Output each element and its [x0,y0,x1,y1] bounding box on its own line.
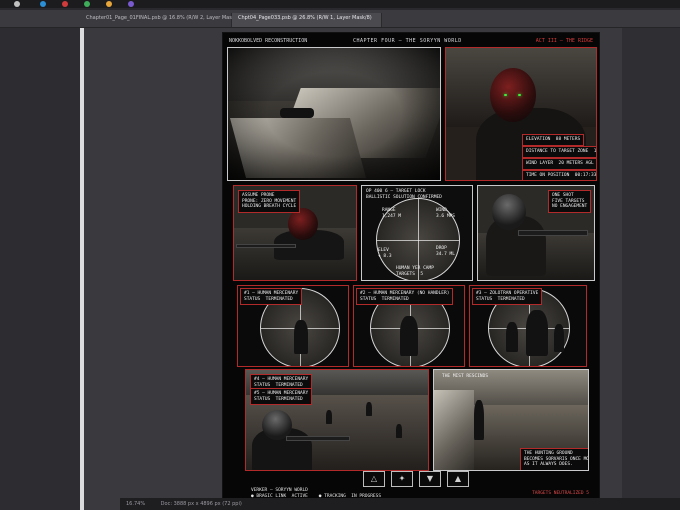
document-tab-bar: Chapter01_Page_01FINAL.psb @ 16.8% (R/W … [0,10,680,28]
caption-hunting-ground: THE HUNTING GROUND BECOMES SORVARIS ONCE… [520,448,588,470]
panel-target-1: #1 — HUMAN MERCENARY STATUS TERMINATED [237,285,349,367]
faction-emblem-icon: ▼ [419,471,441,487]
readout-elev: ELEV + 8.3 [378,248,392,259]
toolbar-icon[interactable] [62,1,68,7]
readout-drop: DROP 34.7 ML [436,246,455,257]
toolbar-icon[interactable] [106,1,112,7]
app-window: Chapter01_Page_01FINAL.psb @ 16.8% (R/W … [0,0,680,510]
doc-info: Doc: 3888 px x 4896 px (72 ppi) [160,501,242,507]
tools-panel [0,28,80,510]
panel-mist-rescinds: THE MIST RESCINDS THE HUNTING GROUND BEC… [433,369,589,471]
camp-figure [326,410,332,424]
panel-target-3: #3 — ZOLOTRAN OPERATIVE STATUS TERMINATE… [469,285,587,367]
vignette [228,48,440,180]
toolbar-icon[interactable] [84,1,90,7]
readout-targets: HUMAN YER CAMP TARGETS 5 [396,266,434,277]
caption-time: TIME ON POSITION 00:17:33 [522,170,596,180]
header-center: CHAPTER FOUR — THE SORYYN WORLD [353,38,462,44]
header-right: ACT III — THE RIDGE [535,38,593,44]
helmet [492,194,526,230]
faction-emblem-icon: ▲ [447,471,469,487]
caption-target-2: #2 — HUMAN MERCENARY (NO HANDLER) STATUS… [356,288,454,306]
caption-one-shot: ONE SHOT FIVE TARGETS NO ENGAGEMENT [548,190,592,213]
panel-helmet-closeup: ELEVATION 88 METERS DISTANCE TO TARGET Z… [445,47,597,181]
toolbar-icon[interactable] [14,1,20,7]
caption-wind: WIND LAYER 20 METERS AGL [522,158,596,170]
caption-target-3: #3 — ZOLOTRAN OPERATIVE STATUS TERMINATE… [472,288,543,306]
caption-target-5: #5 — HUMAN MERCENARY STATUS TERMINATED [250,388,313,406]
target-figure [526,310,548,356]
page-header: NOKKOBOLVED RECONSTRUCTION CHAPTER FOUR … [223,33,601,47]
zoom-level[interactable]: 16.74% [126,501,145,507]
right-panel [622,28,680,510]
rifle [518,230,588,236]
caption-assume-prone: ASSUME PRONE PRONE: ZERO MOVEMENT HOLDIN… [238,190,301,213]
tab-chapter01[interactable]: Chapter01_Page_01FINAL.psb @ 16.8% (R/W … [80,13,242,27]
readout-range: RANGE 1,247 M [382,208,401,219]
rifle [236,244,296,248]
rifle [286,436,350,441]
target-figure [400,316,418,356]
target-figure [554,324,564,352]
tab-chpt04[interactable]: Chpt04_Page033.psb @ 26.8% (R/W 1, Layer… [232,13,382,27]
status-bar: 16.74% Doc: 3888 px x 4896 px (72 ppi) [120,498,680,510]
eye-glow-icon [518,94,521,96]
faction-emblem-icon: △ [363,471,385,487]
target-figure [506,322,518,352]
camp-figure [396,424,402,438]
toolbar-icon[interactable] [128,1,134,7]
faction-emblem-icon: ✦ [391,471,413,487]
lone-soldier [474,400,484,440]
panel-ridge-landscape [227,47,441,181]
target-figure [294,320,308,354]
footer-targets: TARGETS NEUTRALIZED 5 [532,491,589,496]
caption-target-1: #1 — HUMAN MERCENARY STATUS TERMINATED [240,288,303,306]
panel-camp-overview: #4 — HUMAN MERCENARY STATUS TERMINATED #… [245,369,429,471]
caption-target-lock: OP 400 6 — TARGET LOCK BALLISTIC SOLUTIO… [366,189,442,200]
panel-target-2: #2 — HUMAN MERCENARY (NO HANDLER) STATUS… [353,285,465,367]
caption-mist-rescinds: THE MIST RESCINDS [442,374,489,379]
toolbar-icon[interactable] [40,1,46,7]
header-left: NOKKOBOLVED RECONSTRUCTION [229,38,308,44]
eye-glow-icon [504,94,507,96]
comic-page[interactable]: NOKKOBOLVED RECONSTRUCTION CHAPTER FOUR … [222,32,600,500]
cliff [434,390,474,470]
red-helmet [490,68,536,122]
panel-scope-lock: OP 400 6 — TARGET LOCK BALLISTIC SOLUTIO… [361,185,473,281]
caption-elevation: ELEVATION 88 METERS [522,134,585,146]
caption-distance: DISTANCE TO TARGET ZONE 1,247 METERS [522,146,596,158]
panel-prone-sniper: ASSUME PRONE PRONE: ZERO MOVEMENT HOLDIN… [233,185,357,281]
camp-figure [366,402,372,416]
bezel-top [0,0,680,8]
panel-one-shot: ONE SHOT FIVE TARGETS NO ENGAGEMENT [477,185,595,281]
readout-wind: WIND 3.6 MPS [436,208,455,219]
